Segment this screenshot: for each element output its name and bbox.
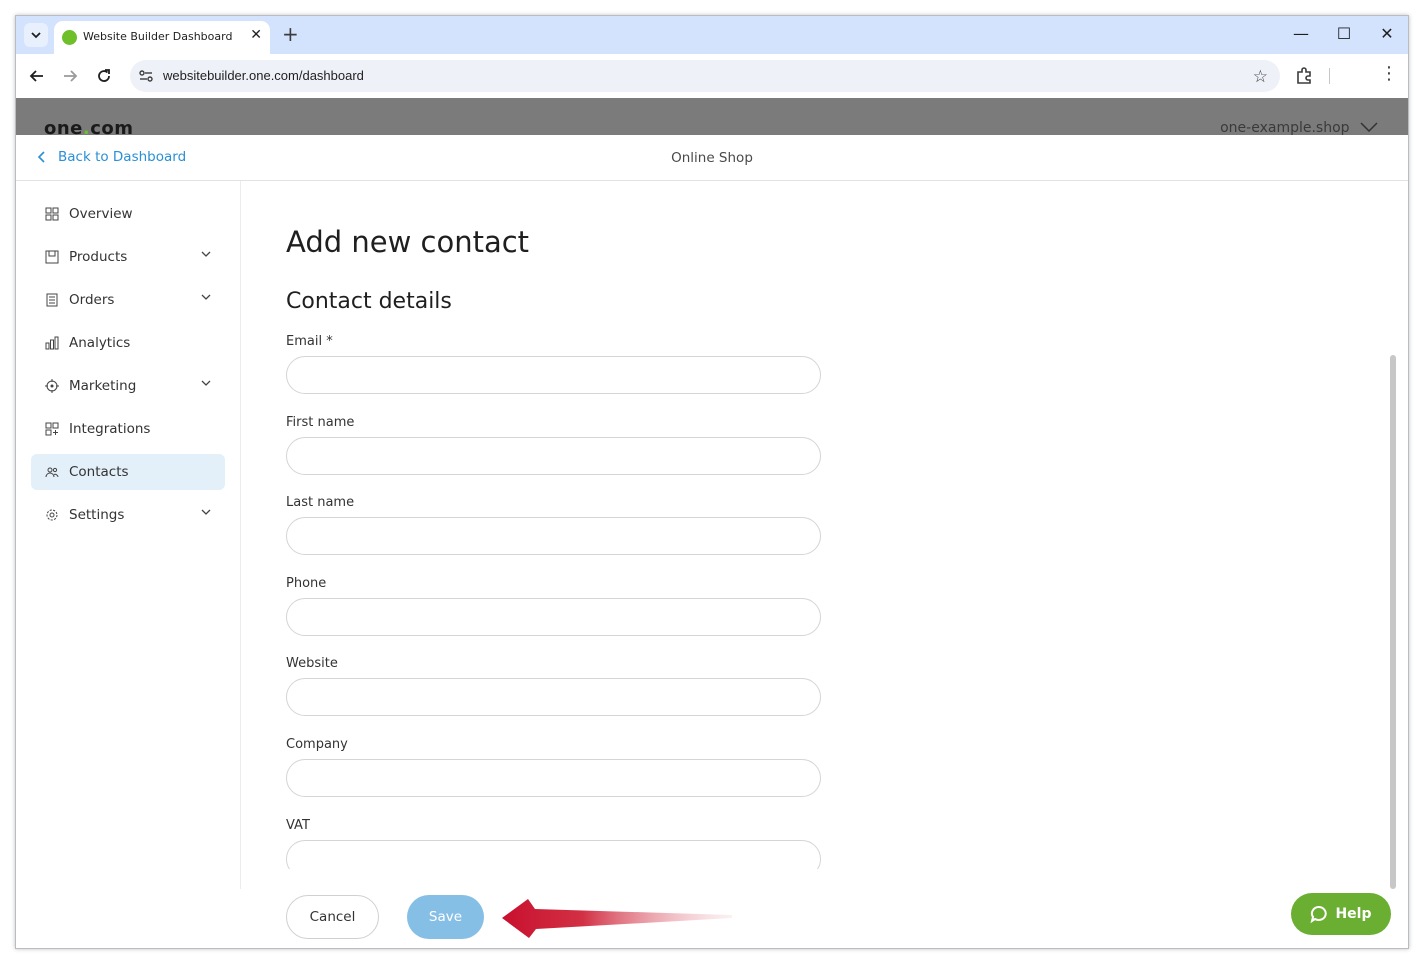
address-bar[interactable]: websitebuilder.one.com/dashboard ☆ (130, 60, 1280, 92)
sidebar-item-settings[interactable]: Settings (31, 497, 225, 533)
back-button[interactable] (25, 64, 49, 88)
chat-bubble-icon (1310, 905, 1328, 923)
page-scrollbar[interactable] (1390, 355, 1396, 889)
sidebar-item-analytics[interactable]: Analytics (31, 325, 225, 361)
toolbar-divider (1329, 68, 1330, 84)
close-window-button[interactable]: ✕ (1372, 22, 1402, 46)
email-label: Email * (286, 334, 333, 349)
vat-field[interactable] (286, 840, 821, 869)
chevron-down-icon (201, 509, 211, 515)
sidebar-item-label: Products (69, 249, 128, 265)
reload-icon (98, 69, 110, 82)
browser-tab[interactable]: Website Builder Dashboard ✕ (54, 21, 270, 54)
sidebar-item-contacts[interactable]: Contacts (31, 454, 225, 490)
browser-menu-icon[interactable]: ⋮ (1380, 63, 1398, 84)
section-title: Contact details (286, 289, 452, 314)
logo-com: com (90, 118, 134, 135)
site-favicon-icon (62, 30, 77, 45)
sidebar-item-label: Marketing (69, 378, 137, 394)
sidebar-item-integrations[interactable]: Integrations (31, 411, 225, 447)
phone-field[interactable] (286, 598, 821, 636)
last-name-label: Last name (286, 495, 355, 510)
sidebar-item-marketing[interactable]: Marketing (31, 368, 225, 404)
company-field[interactable] (286, 759, 821, 797)
email-field[interactable] (286, 356, 821, 394)
reload-button[interactable] (92, 64, 116, 88)
sidebar-item-label: Integrations (69, 421, 151, 437)
sidebar-item-label: Overview (69, 206, 133, 222)
tab-close-icon[interactable]: ✕ (250, 27, 262, 43)
bar-chart-icon (44, 335, 60, 351)
tab-title: Website Builder Dashboard (83, 30, 233, 43)
sidebar-item-overview[interactable]: Overview (31, 196, 225, 232)
sidebar-item-label: Orders (69, 292, 115, 308)
chevron-down-icon (31, 32, 41, 39)
extensions-icon[interactable] (1294, 66, 1314, 86)
logo-one: one (44, 118, 83, 135)
browser-window: Website Builder Dashboard ✕ + — ☐ ✕ webs… (15, 15, 1409, 949)
site-settings-icon[interactable] (138, 68, 154, 84)
maximize-button[interactable]: ☐ (1329, 22, 1359, 46)
website-field[interactable] (286, 678, 821, 716)
one-com-logo[interactable]: one.com (44, 118, 134, 135)
box-icon (44, 249, 60, 265)
list-icon (44, 292, 60, 308)
website-label: Website (286, 656, 338, 671)
help-button[interactable]: Help (1291, 893, 1391, 935)
sidebar-item-orders[interactable]: Orders (31, 282, 225, 318)
grid-plus-icon (44, 421, 60, 437)
forward-button[interactable] (58, 64, 82, 88)
vat-label: VAT (286, 818, 310, 833)
domain-name: one-example.shop (1220, 120, 1350, 135)
page-title: Add new contact (286, 225, 530, 259)
save-button[interactable]: Save (407, 895, 484, 939)
company-label: Company (286, 737, 348, 752)
domain-selector[interactable]: one-example.shop (1220, 120, 1378, 135)
tab-search-button[interactable] (24, 23, 48, 47)
arrow-right-icon (64, 70, 78, 82)
first-name-field[interactable] (286, 437, 821, 475)
people-icon (44, 464, 60, 480)
sidebar-item-label: Settings (69, 507, 125, 523)
contact-form: Add new contact Contact details Email * … (242, 181, 942, 869)
target-icon (44, 378, 60, 394)
sub-header: Back to Dashboard Online Shop (16, 135, 1408, 181)
sidebar-item-products[interactable]: Products (31, 239, 225, 275)
grid-icon (44, 206, 60, 222)
site-header: one.com one-example.shop (16, 98, 1408, 135)
chevron-down-icon (201, 294, 211, 300)
tab-bar: Website Builder Dashboard ✕ + — ☐ ✕ (16, 16, 1408, 54)
bookmark-star-icon[interactable]: ☆ (1253, 67, 1268, 87)
phone-label: Phone (286, 576, 327, 591)
gear-icon (44, 507, 60, 523)
sidebar: Overview Products Orders Analytics Marke… (16, 181, 241, 889)
url-text: websitebuilder.one.com/dashboard (163, 68, 364, 83)
sidebar-item-label: Contacts (69, 464, 129, 480)
main-content: Add new contact Contact details Email * … (242, 181, 1398, 948)
sidebar-item-label: Analytics (69, 335, 131, 351)
chevron-down-icon (201, 251, 211, 257)
minimize-button[interactable]: — (1286, 22, 1316, 46)
arrow-left-icon (29, 70, 43, 82)
last-name-field[interactable] (286, 517, 821, 555)
first-name-label: First name (286, 415, 355, 430)
chevron-down-icon (201, 380, 211, 386)
cancel-button[interactable]: Cancel (286, 895, 379, 939)
annotation-arrow-icon (502, 899, 732, 938)
help-label: Help (1335, 906, 1372, 922)
chevron-down-icon (1360, 122, 1378, 133)
new-tab-button[interactable]: + (282, 22, 299, 46)
shop-title: Online Shop (671, 150, 753, 166)
browser-toolbar: websitebuilder.one.com/dashboard ☆ ⋮ (16, 54, 1408, 98)
